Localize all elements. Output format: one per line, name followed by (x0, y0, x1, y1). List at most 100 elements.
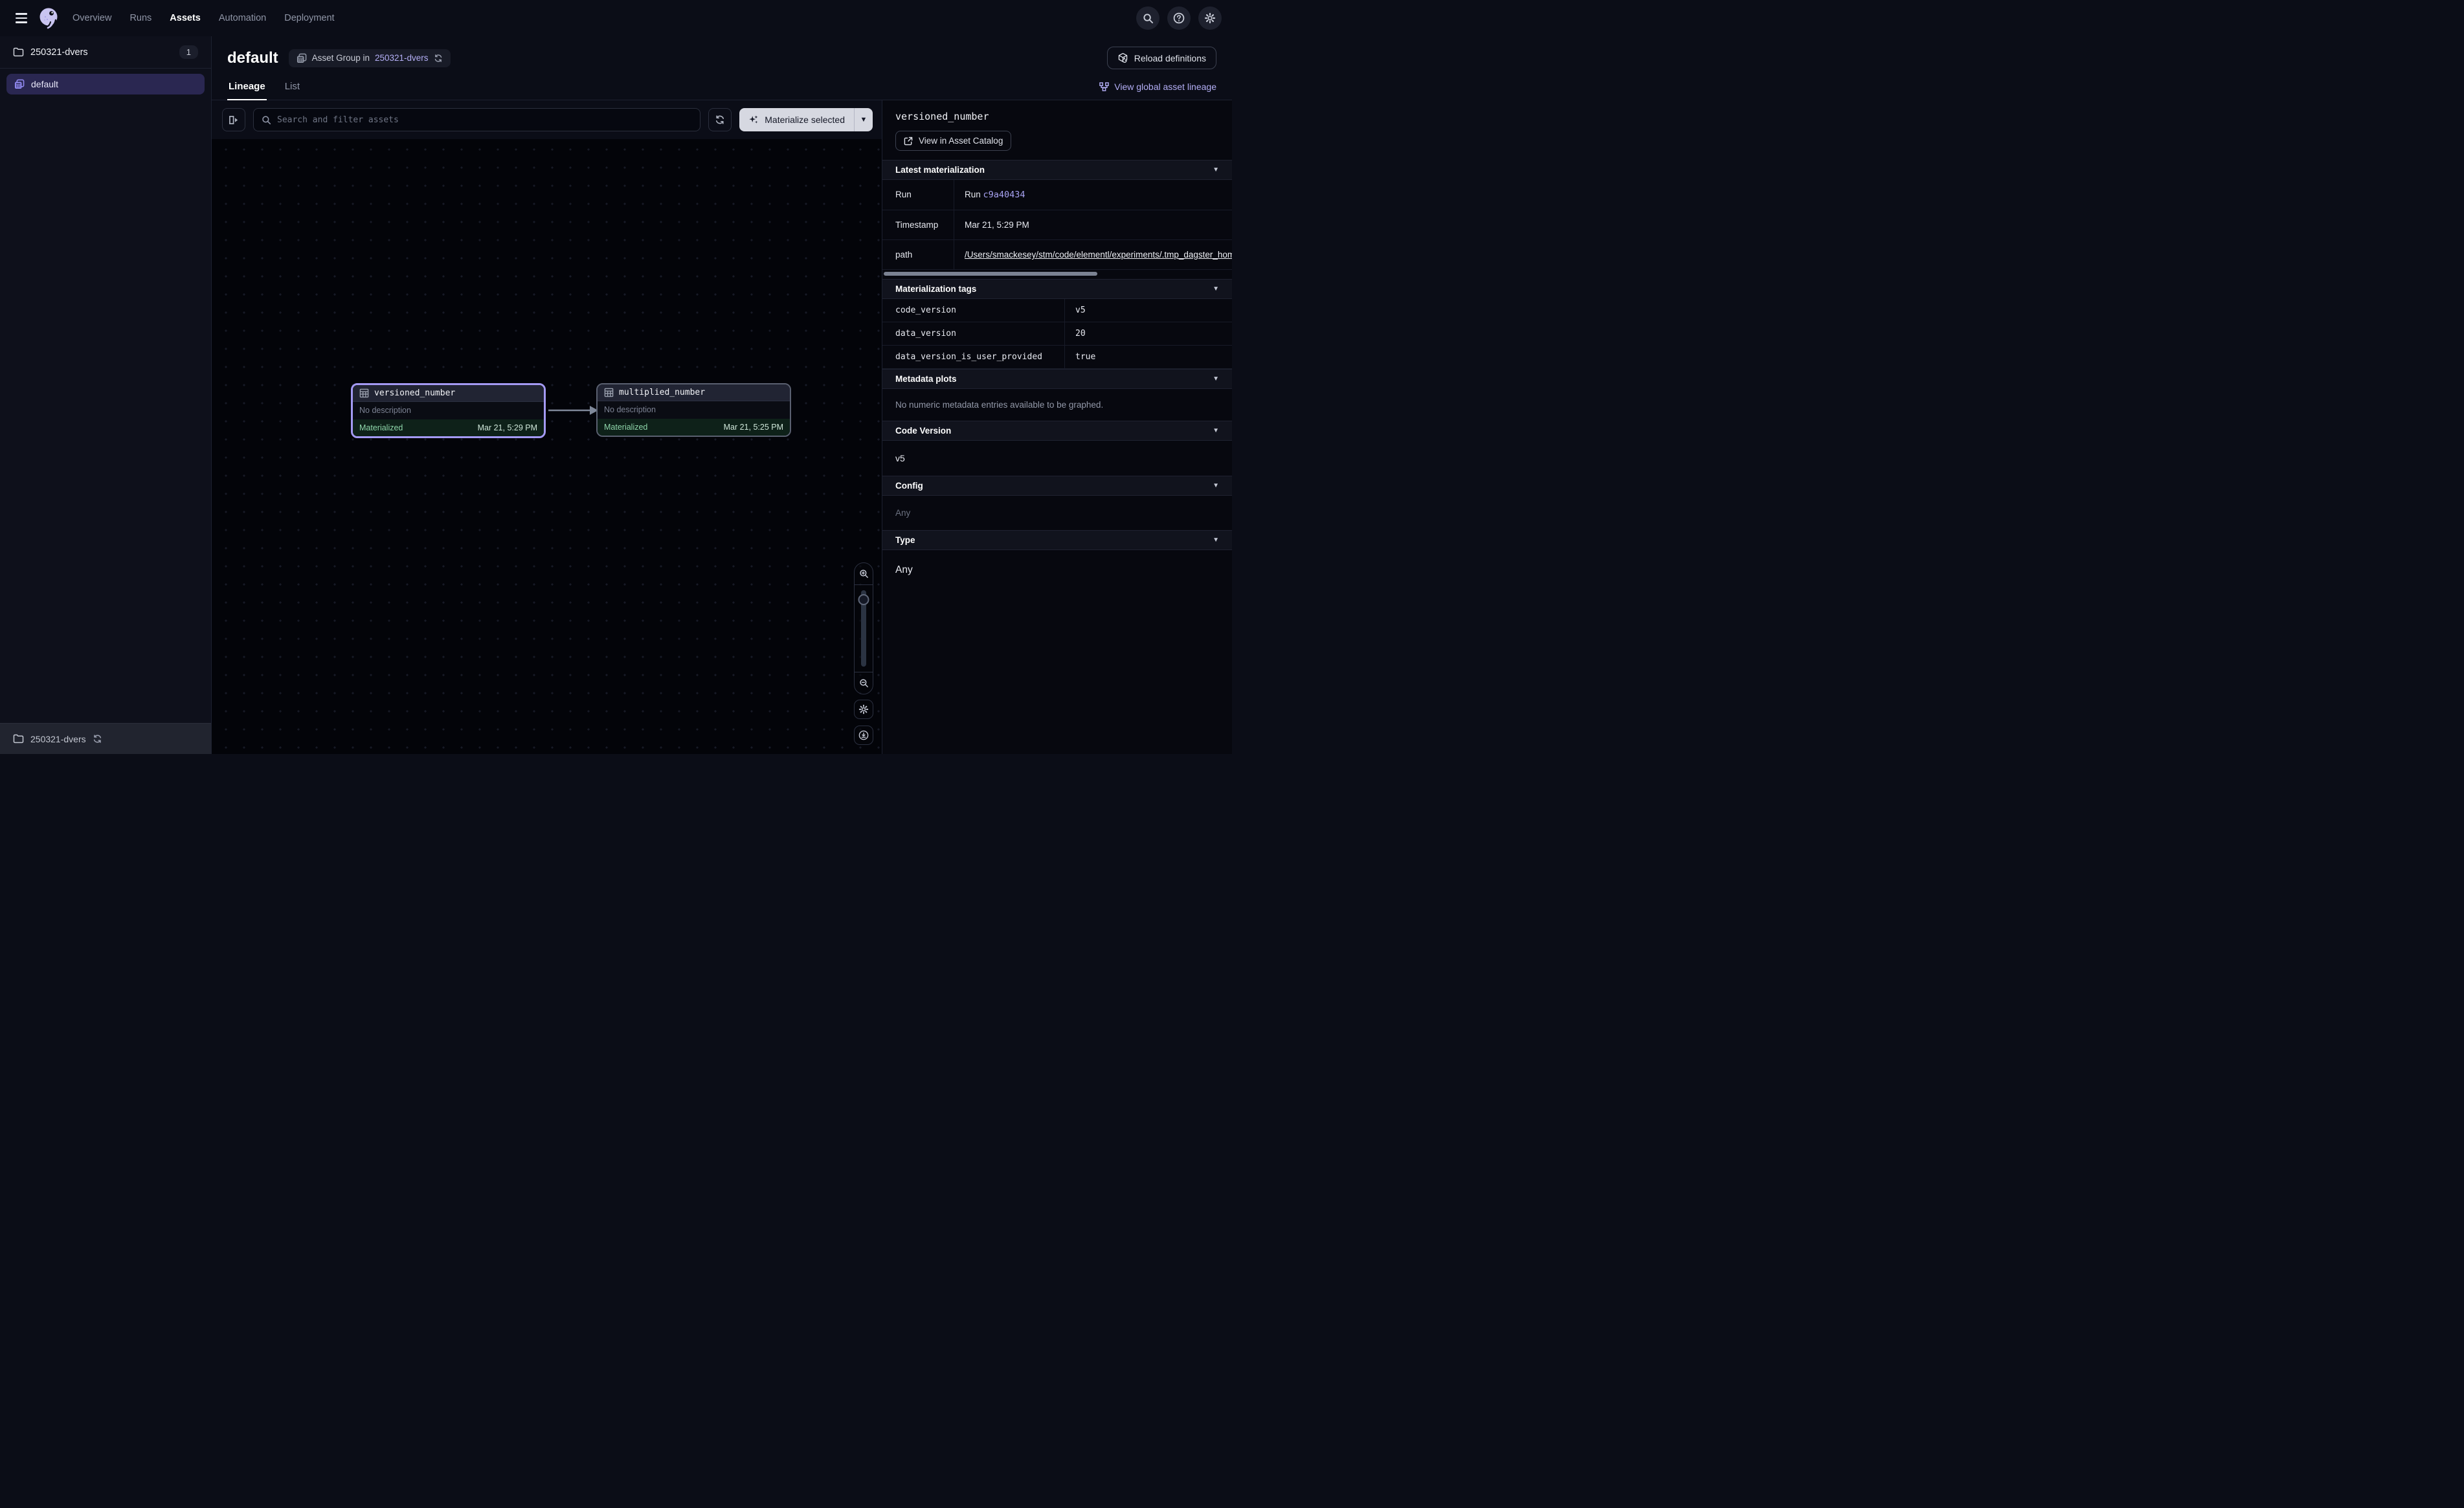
row-path: path /Users/smackesey/stm/code/elementl/… (882, 240, 1232, 270)
graph-toolbar: Materialize selected ▼ (212, 100, 882, 139)
scrollbar-thumb[interactable] (884, 272, 1097, 276)
hamburger-menu-icon[interactable] (10, 7, 32, 29)
view-in-asset-catalog-label: View in Asset Catalog (919, 136, 1003, 146)
asset-table-icon (359, 388, 369, 398)
collapse-caret-icon: ▼ (1213, 537, 1219, 544)
timestamp-label: Timestamp (882, 210, 954, 239)
top-nav: Overview Runs Assets Automation Deployme… (0, 0, 1232, 36)
folder-icon (13, 734, 24, 744)
chip-group-link[interactable]: 250321-dvers (375, 53, 429, 63)
section-heading: Materialization tags (895, 284, 976, 294)
tab-list[interactable]: List (284, 77, 301, 100)
lineage-canvas[interactable]: versioned_number No description Material… (212, 139, 882, 754)
collapse-caret-icon: ▼ (1213, 166, 1219, 173)
asset-node-multiplied-number[interactable]: multiplied_number No description Materia… (596, 383, 791, 437)
path-link[interactable]: /Users/smackesey/stm/code/elementl/exper… (965, 250, 1232, 260)
sidebar-group-count-badge: 1 (179, 45, 198, 59)
hamburger-bars (16, 13, 27, 23)
asset-detail-panel: versioned_number View in Asset Catalog L… (882, 100, 1232, 754)
sparkle-icon (748, 115, 759, 125)
page-title: default (227, 49, 278, 67)
dagster-logo (36, 6, 61, 30)
nav-automation[interactable]: Automation (219, 13, 266, 23)
asset-node-status-row: Materialized Mar 21, 5:25 PM (598, 419, 790, 436)
reload-cube-icon (1117, 52, 1128, 63)
materialize-selected-split-button: Materialize selected ▼ (739, 108, 873, 131)
zoom-controls (854, 562, 873, 745)
run-id-link[interactable]: c9a40434 (983, 190, 1025, 200)
footer-code-location-name: 250321-dvers (30, 734, 86, 744)
refresh-icon[interactable] (93, 734, 102, 744)
collapse-caret-icon: ▼ (1213, 285, 1219, 293)
collapse-caret-icon: ▼ (1213, 482, 1219, 489)
zoom-out-icon[interactable] (855, 672, 873, 694)
chip-prefix: Asset Group in (312, 53, 370, 63)
nav-runs[interactable]: Runs (129, 13, 151, 23)
tag-value: 20 (1064, 322, 1232, 345)
run-prefix: Run (965, 190, 983, 199)
external-link-icon (904, 137, 913, 146)
refresh-graph-icon[interactable] (708, 108, 732, 131)
tabs-row: Lineage List View global asset lineage (212, 77, 1232, 100)
asset-node-description: No description (353, 402, 544, 419)
tag-key: data_version_is_user_provided (882, 346, 1064, 368)
sidebar-item-default[interactable]: default (6, 74, 205, 94)
materialize-dropdown-caret-icon[interactable]: ▼ (855, 108, 873, 131)
expand-sidebar-panel-icon[interactable] (222, 108, 245, 131)
section-config[interactable]: Config ▼ (882, 476, 1232, 496)
view-global-asset-lineage-link[interactable]: View global asset lineage (1099, 82, 1216, 100)
topnav-actions (1136, 6, 1222, 30)
section-metadata-plots[interactable]: Metadata plots ▼ (882, 369, 1232, 389)
tab-lineage[interactable]: Lineage (227, 77, 267, 100)
lineage-graph-icon (1099, 82, 1109, 92)
main-nav: Overview Runs Assets Automation Deployme… (73, 13, 335, 23)
materialize-selected-button[interactable]: Materialize selected (739, 108, 854, 131)
path-label: path (882, 240, 954, 269)
view-global-asset-lineage-label: View global asset lineage (1114, 82, 1216, 92)
asset-group-chip: Asset Group in 250321-dvers (289, 49, 451, 67)
tag-row: code_version v5 (882, 299, 1232, 322)
materialize-selected-label: Materialize selected (765, 115, 845, 125)
graph-settings-gear-icon[interactable] (854, 700, 873, 719)
asset-node-name: versioned_number (374, 388, 455, 398)
download-graph-icon[interactable] (854, 726, 873, 745)
asset-group-icon (297, 53, 307, 63)
tag-key: code_version (882, 299, 1064, 322)
asset-table-icon (604, 388, 614, 397)
section-heading: Type (895, 535, 915, 545)
section-code-version[interactable]: Code Version ▼ (882, 421, 1232, 441)
code-version-value: v5 (882, 441, 1232, 476)
horizontal-scrollbar (884, 272, 1231, 276)
refresh-icon[interactable] (434, 54, 443, 63)
nav-deployment[interactable]: Deployment (284, 13, 334, 23)
section-type[interactable]: Type ▼ (882, 530, 1232, 550)
sidebar-group-name: 250321-dvers (30, 47, 88, 58)
materialized-status: Materialized (359, 423, 403, 432)
reload-definitions-button[interactable]: Reload definitions (1107, 47, 1216, 69)
tag-key: data_version (882, 322, 1064, 345)
run-label: Run (882, 180, 954, 210)
lineage-edge-arrow (546, 401, 600, 420)
timestamp-value: Mar 21, 5:29 PM (954, 210, 1232, 239)
section-heading: Code Version (895, 426, 951, 436)
view-in-asset-catalog-button[interactable]: View in Asset Catalog (895, 131, 1011, 151)
asset-node-versioned-number[interactable]: versioned_number No description Material… (351, 383, 546, 438)
config-value: Any (882, 496, 1232, 530)
help-icon[interactable] (1167, 6, 1191, 30)
tag-row: data_version_is_user_provided true (882, 346, 1232, 369)
sidebar-footer-code-location[interactable]: 250321-dvers (0, 723, 211, 754)
settings-gear-icon[interactable] (1198, 6, 1222, 30)
tag-value: v5 (1064, 299, 1232, 322)
section-materialization-tags[interactable]: Materialization tags ▼ (882, 279, 1232, 299)
zoom-slider[interactable] (855, 585, 873, 672)
sidebar-group-250321-dvers[interactable]: 250321-dvers 1 (0, 36, 211, 69)
nav-assets[interactable]: Assets (170, 13, 201, 23)
zoom-slider-thumb[interactable] (858, 594, 869, 605)
search-icon[interactable] (1136, 6, 1159, 30)
section-latest-materialization[interactable]: Latest materialization ▼ (882, 160, 1232, 180)
search-input[interactable] (277, 115, 692, 125)
nav-overview[interactable]: Overview (73, 13, 111, 23)
asset-group-icon (14, 79, 25, 89)
asset-search-box (253, 108, 700, 131)
zoom-in-icon[interactable] (855, 563, 873, 585)
